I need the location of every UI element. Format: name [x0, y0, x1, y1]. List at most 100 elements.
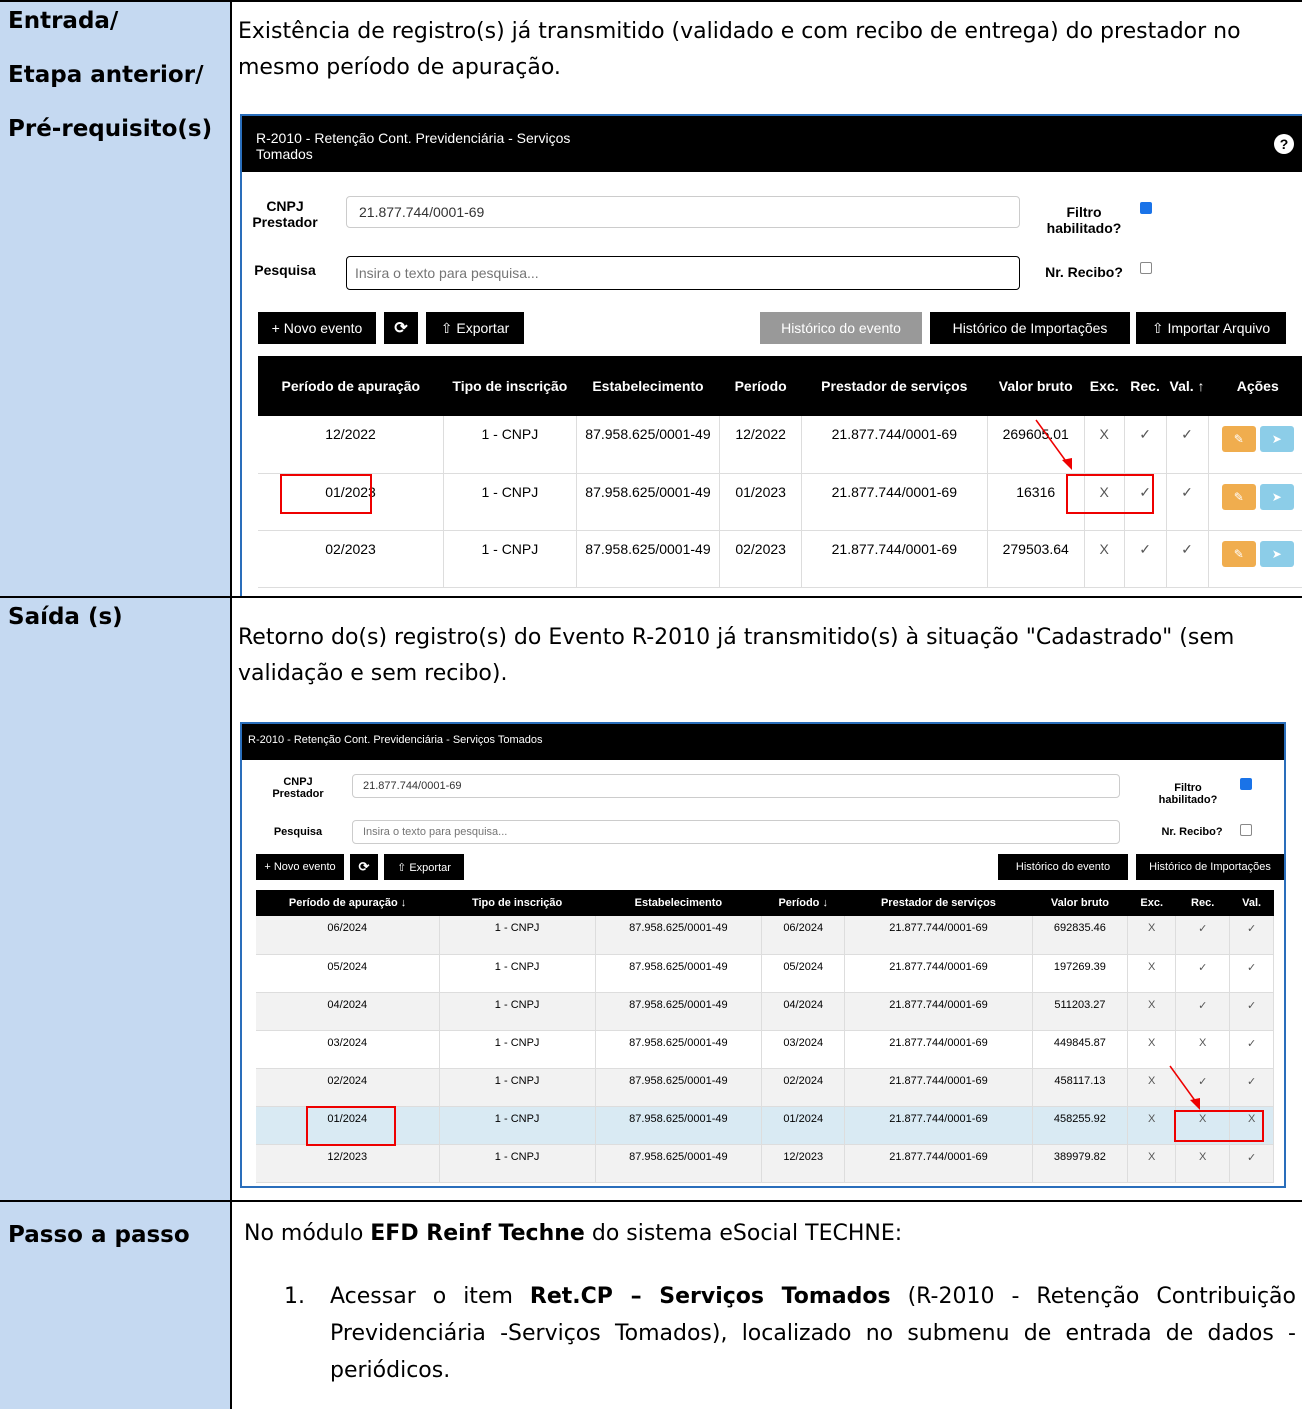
col-header[interactable]: Val.: [1229, 890, 1274, 916]
historico-importacoes-button[interactable]: Histórico de Importações: [930, 312, 1130, 344]
cnpj-input[interactable]: [352, 774, 1120, 798]
recibo-checkbox[interactable]: [1140, 262, 1152, 274]
table-row[interactable]: 12/2023 1 - CNPJ 87.958.625/0001-49 12/2023…: [256, 1144, 1274, 1183]
cell-estabelecimento: 87.958.625/0001-49: [576, 473, 721, 531]
screenshot-r2010-after: R-2010 - Retenção Cont. Previdenciária -…: [240, 722, 1286, 1188]
cell-periodo-apuracao: 12/2023: [256, 1144, 440, 1183]
cell-tipo: 1 - CNPJ: [443, 530, 577, 588]
cell-periodo: 04/2024: [761, 992, 846, 1031]
cnpj-label: CNPJ Prestador: [252, 198, 318, 230]
cell-tipo: 1 - CNPJ: [439, 1068, 596, 1107]
historico-evento-button[interactable]: Histórico do evento: [998, 854, 1128, 880]
cell-periodo-apuracao: 05/2024: [256, 954, 440, 993]
cell-val: ✓: [1229, 1068, 1274, 1107]
edit-icon[interactable]: ✎: [1221, 540, 1256, 567]
cell-val: ✓: [1229, 992, 1274, 1031]
cell-prestador: 21.877.744/0001-69: [844, 1106, 1033, 1145]
col-header[interactable]: Período ↓: [761, 890, 845, 916]
col-header[interactable]: Valor bruto: [1032, 890, 1128, 916]
cell-exc: X: [1127, 954, 1177, 993]
table-header-row: Período de apuração Tipo de inscrição Es…: [258, 356, 1302, 416]
highlight-box: [306, 1106, 396, 1146]
filtro-checkbox[interactable]: [1240, 778, 1252, 790]
edit-icon[interactable]: ✎: [1221, 426, 1256, 452]
historico-importacoes-button[interactable]: Histórico de Importações: [1136, 854, 1284, 880]
col-header[interactable]: Período: [719, 356, 802, 416]
col-header[interactable]: Exc.: [1127, 890, 1176, 916]
label-entrada: Entrada/ Etapa anterior/ Pré-requisito(s…: [0, 2, 232, 596]
cell-prestador: 21.877.744/0001-69: [844, 1030, 1033, 1069]
cell-periodo: 12/2023: [761, 1144, 846, 1183]
table-row[interactable]: 04/2024 1 - CNPJ 87.958.625/0001-49 04/2024…: [256, 992, 1274, 1031]
cell-valor: 692835.46: [1032, 916, 1129, 955]
filtro-checkbox[interactable]: [1140, 202, 1152, 214]
cell-val: ✓: [1229, 1030, 1274, 1069]
events-table: Período de apuração ↓ Tipo de inscrição …: [256, 890, 1274, 1183]
recibo-checkbox[interactable]: [1240, 824, 1252, 836]
col-header[interactable]: Tipo de inscrição: [443, 356, 577, 416]
exportar-button[interactable]: ⇧ Exportar: [384, 854, 464, 880]
col-header[interactable]: Período de apuração: [258, 356, 444, 416]
cell-tipo: 1 - CNPJ: [439, 992, 596, 1031]
table-row-selected[interactable]: 01/2024 1 - CNPJ 87.958.625/0001-49 01/2024…: [256, 1106, 1274, 1145]
send-icon[interactable]: ➤: [1259, 540, 1294, 567]
cell-estabelecimento: 87.958.625/0001-49: [595, 916, 763, 955]
cell-prestador: 21.877.744/0001-69: [844, 1144, 1033, 1183]
exportar-button[interactable]: ⇧ Exportar: [426, 312, 524, 344]
help-icon[interactable]: ?: [1274, 134, 1294, 154]
highlight-box: [1066, 474, 1154, 514]
table-row[interactable]: 03/2024 1 - CNPJ 87.958.625/0001-49 03/2024…: [256, 1030, 1274, 1069]
historico-evento-button[interactable]: Histórico do evento: [760, 312, 922, 344]
novo-evento-button[interactable]: + Novo evento: [258, 312, 376, 344]
cell-prestador: 21.877.744/0001-69: [844, 916, 1033, 955]
col-header[interactable]: Tipo de inscrição: [439, 890, 596, 916]
cell-valor: 458255.92: [1032, 1106, 1129, 1145]
cell-exc: X: [1084, 416, 1125, 474]
col-header[interactable]: Estabelecimento: [576, 356, 720, 416]
col-header[interactable]: Rec.: [1124, 356, 1167, 416]
app-title: R-2010 - Retenção Cont. Previdenciária -…: [248, 734, 543, 746]
cell-val: ✓: [1166, 473, 1209, 531]
search-input[interactable]: [346, 256, 1020, 290]
search-input[interactable]: [352, 820, 1120, 844]
table-row[interactable]: 12/2022 1 - CNPJ 87.958.625/0001-49 12/2…: [258, 416, 1302, 474]
importar-arquivo-button[interactable]: ⇧ Importar Arquivo: [1136, 312, 1286, 344]
label-passo: Passo a passo: [0, 1202, 232, 1409]
refresh-button[interactable]: ⟳: [350, 854, 378, 880]
send-icon[interactable]: ➤: [1259, 483, 1294, 510]
cell-estabelecimento: 87.958.625/0001-49: [576, 416, 721, 474]
col-header[interactable]: Valor bruto: [987, 356, 1085, 416]
col-header[interactable]: Período de apuração ↓: [256, 890, 440, 916]
cell-prestador: 21.877.744/0001-69: [844, 992, 1033, 1031]
table-row[interactable]: 02/2023 1 - CNPJ 87.958.625/0001-49 02/2…: [258, 530, 1302, 588]
table-row[interactable]: 05/2024 1 - CNPJ 87.958.625/0001-49 05/2024…: [256, 954, 1274, 993]
col-header[interactable]: Estabelecimento: [595, 890, 762, 916]
table-row[interactable]: 06/2024 1 - CNPJ 87.958.625/0001-49 06/2024…: [256, 916, 1274, 955]
cell-rec: ✓: [1175, 992, 1231, 1031]
cell-periodo: 02/2023: [719, 530, 803, 588]
cell-acoes: ✎ ➤: [1208, 530, 1302, 588]
table-row[interactable]: 02/2024 1 - CNPJ 87.958.625/0001-49 02/2024…: [256, 1068, 1274, 1107]
cell-periodo: 12/2022: [719, 416, 803, 474]
cell-periodo: 05/2024: [761, 954, 846, 993]
cnpj-input[interactable]: [346, 196, 1020, 228]
intro-bold: EFD Reinf Techne: [370, 1221, 585, 1246]
cell-periodo: 01/2023: [719, 473, 803, 531]
label-text: Saída (s): [8, 604, 123, 630]
col-header[interactable]: Exc.: [1084, 356, 1125, 416]
cell-exc: X: [1127, 916, 1177, 955]
edit-icon[interactable]: ✎: [1221, 483, 1256, 510]
cell-valor: 389979.82: [1032, 1144, 1129, 1183]
col-header[interactable]: Val. ↑: [1166, 356, 1209, 416]
col-header[interactable]: Prestador de serviços: [801, 356, 988, 416]
arrow-icon: [1035, 419, 1072, 470]
novo-evento-button[interactable]: + Novo evento: [256, 854, 344, 880]
col-header[interactable]: Rec.: [1175, 890, 1230, 916]
pesquisa-label: Pesquisa: [254, 262, 316, 278]
cell-entrada: Existência de registro(s) já transmitido…: [232, 2, 1302, 596]
refresh-button[interactable]: ⟳: [384, 312, 418, 344]
cell-tipo: 1 - CNPJ: [439, 1144, 596, 1183]
send-icon[interactable]: ➤: [1259, 426, 1294, 452]
cell-estabelecimento: 87.958.625/0001-49: [595, 992, 763, 1031]
col-header[interactable]: Prestador de serviços: [844, 890, 1033, 916]
